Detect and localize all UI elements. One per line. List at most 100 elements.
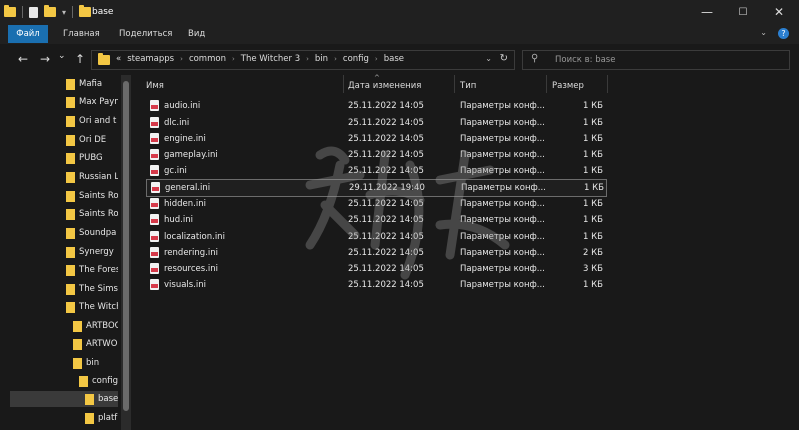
watermark-logo — [305, 146, 510, 280]
tree-item[interactable]: Russian L — [66, 169, 118, 185]
tree-item-label: ARTBOO — [86, 321, 118, 331]
tree-item[interactable]: Saints Ro — [66, 206, 118, 222]
scrollbar-thumb[interactable] — [123, 81, 129, 411]
tree-item-label: Mafia — [79, 79, 103, 89]
address-history-icon[interactable]: ⌄ — [485, 54, 492, 63]
close-button[interactable]: ✕ — [762, 0, 796, 24]
properties-icon[interactable] — [29, 6, 38, 18]
tree-item-label: The Witch — [79, 302, 118, 312]
folder-icon — [66, 301, 75, 313]
file-size: 1 КБ — [583, 150, 603, 160]
tree-item[interactable]: ARTBOO — [73, 318, 118, 334]
up-button[interactable]: ↑ — [75, 52, 85, 66]
help-icon[interactable]: ? — [778, 28, 789, 39]
breadcrumb-item[interactable]: The Witcher 3 — [241, 54, 300, 64]
forward-button[interactable]: → — [40, 52, 50, 66]
column-divider[interactable] — [454, 75, 455, 93]
folder-icon — [66, 190, 75, 202]
chevron-right-icon[interactable]: › — [232, 55, 235, 63]
tree-item[interactable]: Mafia — [66, 76, 102, 92]
tree-item[interactable]: Synergy — [66, 244, 114, 260]
folder-icon — [66, 208, 75, 220]
breadcrumb-item[interactable]: bin — [315, 54, 328, 64]
tree-item-label: base — [98, 394, 118, 404]
tree-item-label: bin — [86, 358, 100, 368]
file-size: 1 КБ — [583, 199, 603, 209]
tree-item-label: Russian L — [79, 172, 118, 182]
ribbon-tabs: Файл Главная Поделиться Вид ⌄ ? — [0, 24, 799, 44]
sidebar-scrollbar[interactable] — [121, 75, 131, 430]
file-name: visuals.ini — [164, 280, 207, 290]
tree-item-label: Max Payn — [79, 97, 118, 107]
tree-item-label: Synergy — [79, 247, 114, 257]
minimize-button[interactable]: — — [690, 0, 724, 24]
title-bar: ▾ base — ☐ ✕ — [0, 0, 799, 24]
breadcrumb-item[interactable]: base — [384, 54, 404, 64]
column-divider[interactable] — [607, 75, 608, 93]
tree-item[interactable]: Saints Ro — [66, 188, 118, 204]
folder-icon — [79, 375, 88, 387]
tree-item[interactable]: Max Payn — [66, 94, 118, 110]
tree-item[interactable]: Ori DE — [66, 132, 106, 148]
breadcrumb-item[interactable]: config — [343, 54, 369, 64]
chevron-right-icon[interactable]: › — [375, 55, 378, 63]
breadcrumb-overflow[interactable]: « — [116, 54, 121, 64]
file-size: 2 КБ — [583, 248, 603, 258]
tree-item[interactable]: PUBG — [66, 150, 103, 166]
ini-file-icon — [150, 133, 159, 144]
folder-icon — [66, 264, 75, 276]
file-size: 1 КБ — [583, 280, 603, 290]
tree-item[interactable]: bin — [73, 355, 99, 371]
breadcrumb-item[interactable]: common — [189, 54, 226, 64]
expand-ribbon-icon[interactable]: ⌄ — [760, 28, 767, 37]
tree-item-label: Saints Ro — [79, 191, 118, 201]
file-row[interactable]: audio.ini 25.11.2022 14:05 Параметры кон… — [146, 98, 605, 114]
navigation-pane[interactable]: Mafia Max Payn Ori and t Ori DE PUBG Rus… — [10, 75, 118, 430]
tree-item[interactable]: ARTWO — [73, 336, 117, 352]
tree-item[interactable]: The Sims — [66, 281, 118, 297]
window-title: base — [92, 7, 114, 17]
chevron-right-icon[interactable]: › — [334, 55, 337, 63]
column-header-name[interactable]: Имя — [146, 81, 164, 91]
tab-home[interactable]: Главная — [63, 27, 100, 41]
tree-item[interactable]: Soundpa — [66, 225, 116, 241]
ini-file-icon — [150, 279, 159, 290]
maximize-button[interactable]: ☐ — [726, 0, 760, 24]
breadcrumb: « steamapps › common › The Witcher 3 › b… — [116, 54, 404, 64]
tree-item-selected[interactable]: base — [10, 391, 118, 407]
tab-share[interactable]: Поделиться — [119, 27, 172, 41]
breadcrumb-item[interactable]: steamapps — [127, 54, 174, 64]
tree-item[interactable]: config — [79, 373, 118, 389]
tree-item[interactable]: platf — [85, 410, 117, 426]
search-input[interactable]: Поиск в: base — [555, 55, 615, 65]
tab-view[interactable]: Вид — [188, 27, 205, 41]
back-button[interactable]: ← — [18, 52, 28, 66]
column-header-type[interactable]: Тип — [460, 81, 476, 91]
tree-item[interactable]: The Witch — [66, 299, 118, 315]
chevron-right-icon[interactable]: › — [180, 55, 183, 63]
file-size: 1 КБ — [583, 101, 603, 111]
ini-file-icon — [150, 214, 159, 225]
column-header-date[interactable]: Дата изменения — [348, 81, 421, 91]
file-size: 1 КБ — [583, 215, 603, 225]
folder-icon — [85, 393, 94, 405]
column-divider[interactable] — [546, 75, 547, 93]
recent-locations-icon[interactable]: ⌄ — [58, 51, 66, 61]
ini-file-icon — [150, 263, 159, 274]
tree-item-label: Saints Ro — [79, 209, 118, 219]
tree-item-label: The Sims — [79, 284, 118, 294]
refresh-icon[interactable]: ↻ — [500, 53, 508, 64]
new-folder-icon[interactable] — [44, 5, 56, 17]
chevron-right-icon[interactable]: › — [306, 55, 309, 63]
folder-icon — [66, 227, 75, 239]
tab-file[interactable]: Файл — [8, 25, 48, 43]
customize-quick-access-icon[interactable]: ▾ — [62, 8, 66, 17]
address-bar[interactable]: « steamapps › common › The Witcher 3 › b… — [91, 50, 515, 70]
column-divider[interactable] — [343, 75, 344, 93]
file-name: dlc.ini — [164, 118, 190, 128]
search-box[interactable]: ⚲ Поиск в: base — [522, 50, 790, 70]
tree-item[interactable]: The Fores — [66, 262, 118, 278]
column-header-size[interactable]: Размер — [552, 81, 584, 91]
file-name: general.ini — [165, 183, 211, 193]
tree-item[interactable]: Ori and t — [66, 113, 116, 129]
